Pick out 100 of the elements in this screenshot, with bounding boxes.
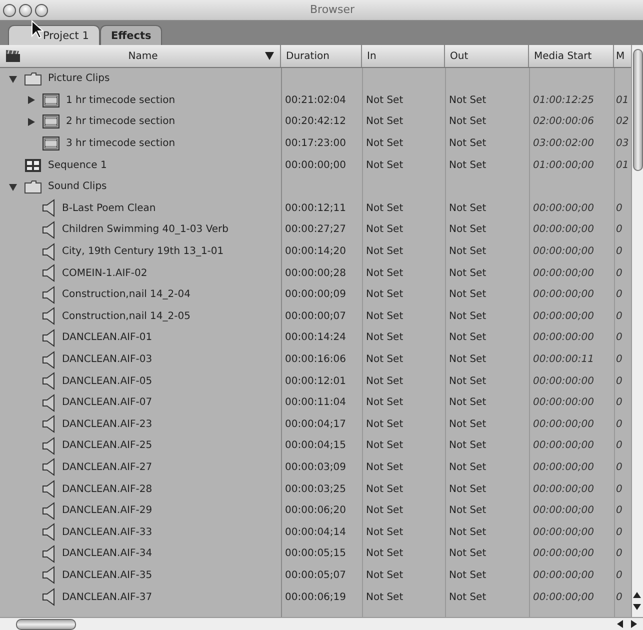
- item-name[interactable]: DANCLEAN.AIF-23: [62, 418, 152, 430]
- column-header[interactable]: M: [614, 45, 631, 67]
- duration-cell-text: 00:17:23:00: [284, 138, 348, 150]
- item-name[interactable]: Picture Clips: [48, 73, 110, 84]
- out-cell-text: Not Set: [448, 202, 488, 214]
- speaker-icon: [42, 199, 56, 218]
- column-cell-text: 0: [615, 484, 624, 495]
- clapperboard-icon[interactable]: [5, 49, 21, 63]
- column-cell-text: 03: [615, 138, 630, 150]
- item-name[interactable]: 3 hr timecode section: [66, 138, 176, 150]
- column-cell-text: 0: [615, 526, 624, 538]
- media-start-cell-text: 00:00:00:00: [532, 397, 596, 408]
- item-name[interactable]: DANCLEAN.AIF-35: [62, 570, 152, 581]
- out-cell-text: Not Set: [448, 116, 488, 128]
- media-start-cell-text: 00:00:00;00: [532, 289, 596, 300]
- vertical-scrollbar[interactable]: [631, 45, 643, 617]
- item-name[interactable]: 2 hr timecode section: [66, 116, 176, 128]
- item-name[interactable]: Sequence 1: [48, 160, 107, 171]
- item-name[interactable]: DANCLEAN.AIF-33: [62, 526, 152, 538]
- item-name[interactable]: DANCLEAN.AIF-28: [62, 484, 152, 495]
- column-cell-text: 01: [615, 94, 630, 106]
- speaker-icon: [42, 350, 56, 369]
- media-start-cell-text: 00:00:00;00: [532, 246, 596, 258]
- speaker-icon: [42, 566, 56, 584]
- column-header[interactable]: In: [362, 45, 445, 67]
- horizontal-scrollbar[interactable]: [0, 617, 643, 630]
- column-header[interactable]: Duration: [281, 45, 362, 67]
- item-name[interactable]: DANCLEAN.AIF-05: [62, 376, 152, 387]
- out-cell-text: Not Set: [448, 160, 488, 171]
- duration-cell-text: 00:00:14:24: [284, 332, 348, 344]
- item-name[interactable]: COMEIN-1.AIF-02: [62, 268, 148, 279]
- speaker-icon: [42, 436, 56, 455]
- column-header[interactable]: Media Start: [529, 45, 614, 67]
- out-cell-text: Not Set: [448, 332, 488, 344]
- out-cell-text: Not Set: [448, 310, 488, 322]
- window-control-button[interactable]: [35, 4, 48, 16]
- in-cell-text: Not Set: [365, 570, 404, 581]
- duration-cell-text: 00:00:00;28: [284, 268, 348, 279]
- item-name[interactable]: DANCLEAN.AIF-37: [62, 592, 152, 603]
- scroll-thumb[interactable]: [16, 619, 76, 630]
- item-name[interactable]: City, 19th Century 19th 13_1-01: [62, 246, 224, 258]
- column-header[interactable]: Out: [445, 45, 529, 67]
- collapsed-triangle-icon[interactable]: [26, 95, 36, 106]
- column-header[interactable]: Name: [27, 50, 259, 62]
- speaker-icon: [42, 523, 56, 542]
- speaker-icon: [42, 242, 56, 261]
- in-cell-text: Not Set: [365, 376, 404, 387]
- sort-triangle-icon[interactable]: [265, 52, 274, 60]
- expanded-triangle-icon[interactable]: [8, 74, 18, 84]
- media-start-cell-text: 00:00:00;00: [532, 202, 596, 214]
- item-name[interactable]: DANCLEAN.AIF-34: [62, 548, 152, 560]
- media-start-cell-text: 00:00:00;00: [532, 418, 596, 430]
- item-name[interactable]: Construction,nail 14_2-04: [62, 289, 190, 300]
- item-name[interactable]: DANCLEAN.AIF-03: [62, 354, 152, 366]
- duration-cell-text: 00:00:05;07: [284, 570, 348, 581]
- duration-cell-text: 00:00:16:06: [284, 354, 348, 366]
- column-cell-text: 0: [615, 224, 624, 236]
- out-cell-text: Not Set: [448, 138, 488, 150]
- media-start-cell-text: 00:00:00;00: [532, 224, 596, 236]
- expanded-triangle-icon[interactable]: [8, 182, 18, 192]
- sequence-icon: [24, 158, 42, 173]
- item-name[interactable]: DANCLEAN.AIF-01: [62, 332, 152, 344]
- media-start-cell-text: 00:00:00:11: [532, 354, 596, 366]
- window-control-button[interactable]: [19, 4, 32, 16]
- item-name[interactable]: DANCLEAN.AIF-29: [62, 505, 152, 516]
- item-name[interactable]: DANCLEAN.AIF-27: [62, 462, 152, 473]
- in-cell-text: Not Set: [365, 138, 404, 150]
- out-cell-text: Not Set: [448, 354, 488, 366]
- folder-icon: [24, 180, 42, 194]
- duration-cell-text: 00:00:14;20: [284, 246, 348, 258]
- item-name[interactable]: Children Swimming 40_1-03 Verb: [62, 224, 228, 236]
- media-start-cell-text: 00:00:00;00: [532, 484, 596, 495]
- column-cell-text: 0: [615, 505, 624, 516]
- out-cell-text: Not Set: [448, 268, 488, 279]
- window-control-button[interactable]: [3, 4, 16, 16]
- item-name[interactable]: B-Last Poem Clean: [62, 202, 156, 214]
- column-cell-text: 0: [615, 570, 624, 581]
- mouse-pointer-icon: [31, 20, 45, 40]
- item-name[interactable]: Sound Clips: [48, 181, 107, 192]
- film-clip-icon: [42, 114, 60, 130]
- item-name[interactable]: Construction,nail 14_2-05: [62, 310, 190, 322]
- column-cell-text: 02: [615, 116, 630, 128]
- collapsed-triangle-icon[interactable]: [26, 116, 36, 127]
- media-start-cell-text: 00:00:00;00: [532, 526, 596, 538]
- speaker-icon: [42, 286, 56, 304]
- media-start-cell-text: 00:00:00:00: [532, 376, 596, 387]
- in-cell-text: Not Set: [365, 526, 404, 538]
- item-name[interactable]: DANCLEAN.AIF-25: [62, 440, 152, 452]
- item-name[interactable]: DANCLEAN.AIF-07: [62, 397, 152, 408]
- media-start-cell-text: 00:00:00;00: [532, 310, 596, 322]
- in-cell-text: Not Set: [365, 484, 404, 495]
- speaker-icon: [42, 415, 56, 434]
- tab[interactable]: Project 1: [8, 25, 100, 45]
- column-cell-text: 0: [615, 418, 624, 430]
- item-name[interactable]: 1 hr timecode section: [66, 94, 176, 106]
- tab[interactable]: Effects: [100, 25, 162, 45]
- duration-cell-text: 00:00:00;09: [284, 289, 348, 300]
- scroll-arrows-icon[interactable]: [615, 619, 639, 630]
- in-cell-text: Not Set: [365, 354, 404, 366]
- scroll-thumb[interactable]: [633, 49, 643, 171]
